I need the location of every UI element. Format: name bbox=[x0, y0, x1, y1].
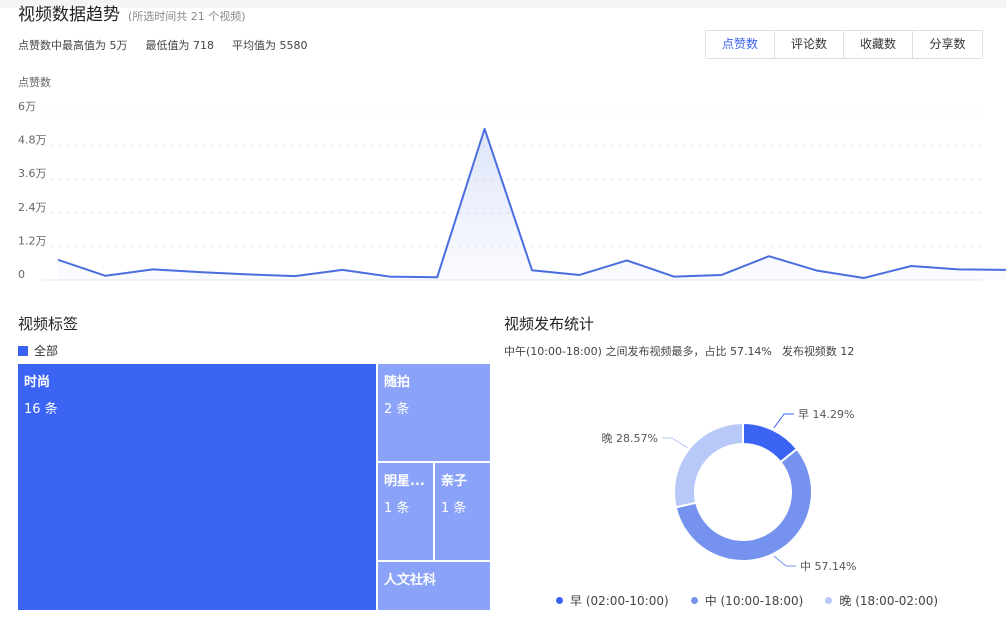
treemap-legend[interactable]: 全部 bbox=[18, 342, 58, 359]
pie-legend-label: 早 (02:00-10:00) bbox=[570, 594, 669, 608]
stats-summary: 点赞数中最高值为 5万 最低值为 718 平均值为 5580 bbox=[18, 37, 308, 53]
metric-tabs: 点赞数 评论数 收藏数 分享数 bbox=[705, 30, 983, 59]
treemap-cell-count: 16 条 bbox=[24, 402, 58, 417]
treemap-cell-celebrity[interactable]: 明星... 1 条 bbox=[378, 463, 433, 560]
pie-legend-item-morning[interactable]: 早 (02:00-10:00) bbox=[556, 592, 669, 609]
trend-line-chart: 点赞数 0 1.2万 2.4万 3.6万 4.8万 6万 bbox=[18, 76, 1006, 281]
data-point bbox=[862, 276, 865, 279]
data-point bbox=[531, 269, 534, 272]
treemap-cell-name: 人文社科 bbox=[384, 573, 437, 588]
treemap-cell-count: 1 条 bbox=[384, 501, 410, 516]
tab-favorites[interactable]: 收藏数 bbox=[844, 31, 913, 58]
page-title: 视频数据趋势 bbox=[18, 5, 120, 25]
treemap-cell-casual[interactable]: 随拍 2 条 bbox=[378, 364, 490, 461]
data-point bbox=[483, 127, 486, 130]
pie-slice-2 bbox=[673, 421, 744, 509]
legend-dot bbox=[556, 597, 563, 604]
header: 视频数据趋势 (所选时间共 21 个视频) bbox=[18, 0, 246, 25]
y-tick-label: 1.2万 bbox=[18, 234, 47, 247]
data-point bbox=[151, 268, 154, 271]
legend-dot bbox=[825, 597, 833, 604]
data-point bbox=[246, 273, 249, 276]
legend-swatch bbox=[18, 345, 28, 356]
data-point bbox=[768, 255, 771, 258]
y-tick-label: 0 bbox=[18, 268, 25, 281]
y-tick-label: 2.4万 bbox=[18, 201, 47, 214]
treemap-cell-fashion[interactable]: 时尚 16 条 bbox=[18, 364, 376, 610]
stat-avg: 平均值为 5580 bbox=[232, 39, 308, 52]
pie-legend-label: 晚 (18:00-02:00) bbox=[839, 594, 939, 608]
pie-legend-item-evening[interactable]: 晚 (18:00-02:00) bbox=[825, 592, 938, 609]
pie-slice-label: 中 57.14% bbox=[800, 560, 856, 573]
data-point bbox=[910, 265, 913, 268]
data-point bbox=[57, 258, 60, 261]
pie-legend-item-noon[interactable]: 中 (10:00-18:00) bbox=[690, 592, 804, 609]
data-point bbox=[673, 275, 676, 278]
pie-label-line bbox=[662, 437, 688, 449]
y-tick-label: 4.8万 bbox=[18, 134, 47, 147]
pie-label-line bbox=[773, 555, 796, 567]
treemap-cell-name: 明星... bbox=[384, 474, 425, 489]
publish-desc-count: 发布视频数 12 bbox=[781, 345, 855, 358]
pie-slice-label: 晚 28.57% bbox=[602, 432, 658, 445]
publish-description: 中午(10:00-18:00) 之间发布视频最多，占比 57.14% 发布视频数… bbox=[504, 343, 854, 359]
data-point bbox=[578, 273, 581, 276]
tab-comments[interactable]: 评论数 bbox=[775, 31, 844, 58]
data-point bbox=[436, 276, 439, 279]
legend-dot bbox=[690, 597, 698, 604]
legend-all-label: 全部 bbox=[34, 344, 59, 358]
treemap-cell-parenting[interactable]: 亲子 1 条 bbox=[435, 463, 490, 560]
treemap-cell-name: 随拍 bbox=[384, 375, 411, 390]
y-tick-label: 3.6万 bbox=[18, 167, 47, 180]
treemap-cell-name: 时尚 bbox=[24, 375, 51, 390]
tab-likes[interactable]: 点赞数 bbox=[706, 31, 775, 58]
data-point bbox=[388, 275, 391, 278]
tags-section-title: 视频标签 bbox=[18, 315, 79, 333]
series-area bbox=[58, 128, 1006, 280]
treemap-cell-humanities[interactable]: 人文社科 bbox=[378, 562, 490, 610]
data-point bbox=[104, 274, 107, 277]
pie-label-line bbox=[773, 413, 794, 429]
pie-legend-label: 中 (10:00-18:00) bbox=[704, 594, 804, 608]
y-axis-label: 点赞数 bbox=[18, 76, 51, 89]
treemap-cell-count: 1 条 bbox=[441, 501, 467, 516]
stat-max: 点赞数中最高值为 5万 bbox=[18, 39, 128, 52]
treemap-cell-count: 2 条 bbox=[384, 402, 410, 417]
series-line bbox=[57, 127, 1006, 279]
publish-time-donut-chart: 早 14.29% 中 57.14% 晚 28.57% bbox=[602, 408, 857, 573]
tab-shares[interactable]: 分享数 bbox=[913, 31, 982, 58]
data-point bbox=[720, 273, 723, 276]
publish-section-title: 视频发布统计 bbox=[504, 315, 595, 333]
y-tick-label: 6万 bbox=[18, 100, 36, 113]
data-point bbox=[625, 259, 628, 262]
pie-slice-label: 早 14.29% bbox=[798, 408, 854, 421]
treemap-cell-name: 亲子 bbox=[441, 474, 468, 489]
pie-legend: 早 (02:00-10:00) 中 (10:00-18:00) 晚 (18:00… bbox=[556, 592, 938, 609]
page-subtitle: (所选时间共 21 个视频) bbox=[128, 10, 246, 23]
stat-min: 最低值为 718 bbox=[145, 39, 215, 52]
data-point bbox=[815, 269, 818, 272]
data-point bbox=[957, 268, 960, 271]
data-point bbox=[199, 271, 202, 274]
data-point bbox=[341, 268, 344, 271]
data-point bbox=[294, 275, 297, 278]
publish-desc-main: 中午(10:00-18:00) 之间发布视频最多，占比 57.14% bbox=[504, 345, 772, 358]
